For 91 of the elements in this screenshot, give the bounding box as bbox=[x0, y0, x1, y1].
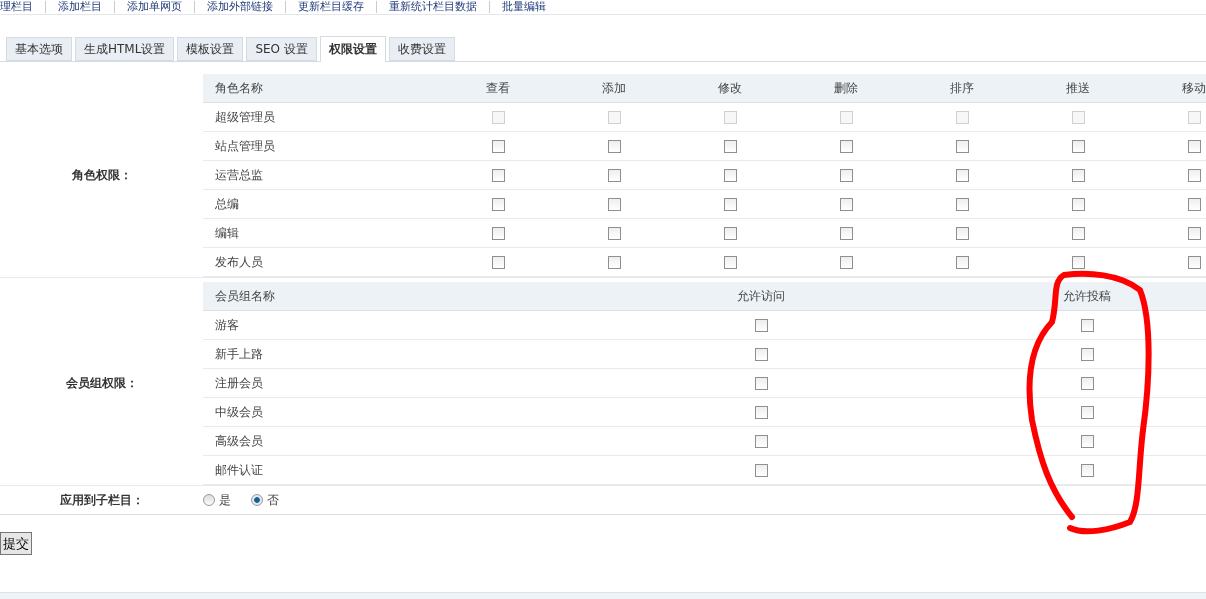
nav-link[interactable]: 添加外部链接 bbox=[195, 1, 286, 13]
checkbox[interactable] bbox=[955, 226, 969, 240]
role-name: 站点管理员 bbox=[203, 132, 440, 161]
checkbox[interactable] bbox=[839, 226, 853, 240]
role-name: 运营总监 bbox=[203, 161, 440, 190]
checkbox[interactable] bbox=[955, 168, 969, 182]
radio-label: 是 bbox=[219, 491, 231, 509]
section-label: 会员组权限： bbox=[65, 375, 138, 392]
checkbox[interactable] bbox=[607, 168, 621, 182]
nav-link[interactable]: 重新统计栏目数据 bbox=[377, 1, 490, 13]
checkbox[interactable] bbox=[723, 139, 737, 153]
checkbox[interactable] bbox=[754, 347, 768, 361]
tab[interactable]: 模板设置 bbox=[177, 37, 244, 61]
checkbox[interactable] bbox=[491, 168, 505, 182]
column-header: 修改 bbox=[672, 74, 788, 103]
checkbox[interactable] bbox=[955, 255, 969, 269]
checkbox[interactable] bbox=[1071, 255, 1085, 269]
checkbox[interactable] bbox=[1187, 226, 1201, 240]
checkbox[interactable] bbox=[1071, 168, 1085, 182]
column-header: 角色名称 bbox=[203, 74, 440, 103]
checkbox[interactable] bbox=[1080, 463, 1094, 477]
checkbox[interactable] bbox=[839, 255, 853, 269]
checkbox[interactable] bbox=[1080, 434, 1094, 448]
submit-button[interactable]: 提交 bbox=[0, 532, 32, 555]
checkbox[interactable] bbox=[607, 197, 621, 211]
role-name: 发布人员 bbox=[203, 248, 440, 277]
checkbox[interactable] bbox=[839, 139, 853, 153]
role-name: 超级管理员 bbox=[203, 103, 440, 132]
group-name: 邮件认证 bbox=[203, 456, 598, 485]
checkbox[interactable] bbox=[754, 405, 768, 419]
group-name: 中级会员 bbox=[203, 398, 598, 427]
group-name: 注册会员 bbox=[203, 369, 598, 398]
checkbox[interactable] bbox=[491, 226, 505, 240]
checkbox[interactable] bbox=[1080, 347, 1094, 361]
checkbox[interactable] bbox=[1187, 168, 1201, 182]
column-header: 查看 bbox=[440, 74, 556, 103]
checkbox[interactable] bbox=[1071, 139, 1085, 153]
checkbox[interactable] bbox=[1187, 255, 1201, 269]
nav-link[interactable]: 添加栏目 bbox=[46, 1, 115, 13]
column-header: 允许投稿 bbox=[924, 282, 1206, 311]
checkbox[interactable] bbox=[1080, 405, 1094, 419]
checkbox[interactable] bbox=[723, 226, 737, 240]
checkbox[interactable] bbox=[754, 434, 768, 448]
group-name: 高级会员 bbox=[203, 427, 598, 456]
checkbox[interactable] bbox=[955, 139, 969, 153]
column-header: 排序 bbox=[904, 74, 1020, 103]
column-header: 会员组名称 bbox=[203, 282, 598, 311]
column-header: 删除 bbox=[788, 74, 904, 103]
column-header: 允许访问 bbox=[598, 282, 924, 311]
checkbox[interactable] bbox=[1080, 318, 1094, 332]
checkbox[interactable] bbox=[607, 226, 621, 240]
checkbox[interactable] bbox=[723, 168, 737, 182]
checkbox[interactable] bbox=[1071, 197, 1085, 211]
column-header: 移动 bbox=[1136, 74, 1206, 103]
nav-link[interactable]: 批量编辑 bbox=[490, 1, 558, 13]
checkbox[interactable] bbox=[491, 139, 505, 153]
role-name: 总编 bbox=[203, 190, 440, 219]
checkbox[interactable] bbox=[839, 197, 853, 211]
nav-link[interactable]: 更新栏目缓存 bbox=[286, 1, 377, 13]
checkbox[interactable] bbox=[1187, 139, 1201, 153]
tab[interactable]: 收费设置 bbox=[388, 37, 455, 61]
radio-button[interactable] bbox=[251, 494, 263, 506]
checkbox[interactable] bbox=[723, 197, 737, 211]
nav-link[interactable]: 理栏目 bbox=[0, 1, 46, 13]
role-name: 编辑 bbox=[203, 219, 440, 248]
column-header: 添加 bbox=[556, 74, 672, 103]
tab[interactable]: SEO 设置 bbox=[246, 37, 317, 61]
checkbox[interactable] bbox=[754, 376, 768, 390]
group-name: 新手上路 bbox=[203, 340, 598, 369]
tab[interactable]: 生成HTML设置 bbox=[75, 37, 175, 61]
checkbox[interactable] bbox=[1187, 197, 1201, 211]
checkbox[interactable] bbox=[754, 318, 768, 332]
nav-link[interactable]: 添加单网页 bbox=[115, 1, 195, 13]
group-name: 游客 bbox=[203, 311, 598, 340]
checkbox[interactable] bbox=[955, 197, 969, 211]
tab[interactable]: 基本选项 bbox=[6, 37, 72, 61]
checkbox[interactable] bbox=[1071, 226, 1085, 240]
checkbox[interactable] bbox=[1080, 376, 1094, 390]
tab[interactable]: 权限设置 bbox=[319, 36, 386, 62]
checkbox[interactable] bbox=[723, 255, 737, 269]
column-header: 推送 bbox=[1020, 74, 1136, 103]
radio-button[interactable] bbox=[203, 494, 215, 506]
section-label: 角色权限： bbox=[71, 167, 132, 184]
checkbox[interactable] bbox=[839, 168, 853, 182]
radio-label: 否 bbox=[267, 491, 279, 509]
checkbox[interactable] bbox=[754, 463, 768, 477]
checkbox[interactable] bbox=[607, 255, 621, 269]
field-label: 应用到子栏目： bbox=[58, 491, 145, 509]
checkbox[interactable] bbox=[491, 197, 505, 211]
checkbox[interactable] bbox=[607, 139, 621, 153]
checkbox[interactable] bbox=[491, 255, 505, 269]
